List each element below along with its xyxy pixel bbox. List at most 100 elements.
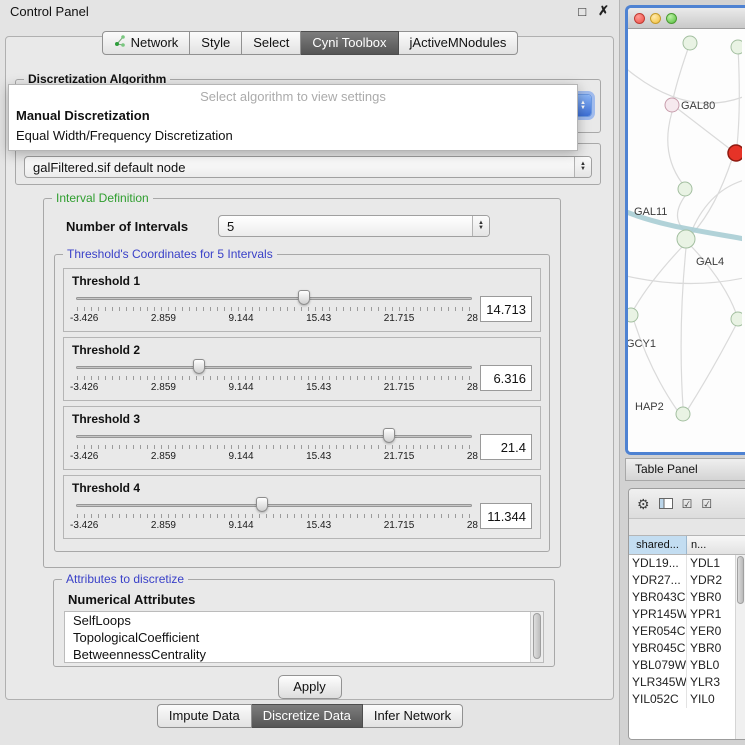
slider-thumb[interactable]	[298, 290, 310, 305]
slider-track[interactable]	[76, 504, 472, 507]
slider-track[interactable]	[76, 366, 472, 369]
control-panel-tabbar: Network Style Select Cyni Toolbox jActiv…	[0, 31, 620, 55]
slider-track[interactable]	[76, 297, 472, 300]
tab-impute-data[interactable]: Impute Data	[157, 704, 252, 728]
close-traffic-light-icon[interactable]	[634, 13, 645, 24]
table-row[interactable]: YBR045C YBR0	[629, 640, 745, 657]
minimize-traffic-light-icon[interactable]	[650, 13, 661, 24]
table-row[interactable]: YLR345W YLR3	[629, 674, 745, 691]
slider-track[interactable]	[76, 435, 472, 438]
tab-style[interactable]: Style	[190, 31, 242, 55]
attribute-list-item[interactable]: TopologicalCoefficient	[65, 629, 543, 646]
slider-scale-label: 21.715	[384, 451, 415, 462]
network-node[interactable]	[677, 230, 695, 248]
number-of-intervals-combo[interactable]: 5 ▲▼	[218, 215, 490, 237]
tab-label: Select	[253, 35, 289, 50]
network-window-titlebar[interactable]	[628, 8, 745, 29]
slider-scale-label: 15.43	[306, 382, 331, 393]
table-cell-shared-name: YDR27...	[629, 572, 687, 589]
slider-scale-label: -3.426	[70, 520, 98, 531]
table-cell-shared-name: YBL079W	[629, 657, 687, 674]
network-node[interactable]	[665, 98, 679, 112]
threshold-slider[interactable]: -3.4262.8599.14415.4321.71528	[76, 288, 472, 330]
table-data-combo[interactable]: galFiltered.sif default node ▲▼	[24, 156, 592, 178]
network-node[interactable]	[731, 312, 742, 326]
threshold-slider[interactable]: -3.4262.8599.14415.4321.71528	[76, 357, 472, 399]
slider-scale-label: -3.426	[70, 382, 98, 393]
numerical-attributes-list[interactable]: SelfLoopsTopologicalCoefficientBetweenne…	[64, 611, 544, 663]
combo-arrows-icon[interactable]: ▲▼	[574, 157, 591, 177]
control-panel-titlebar[interactable]: Control Panel □ ✗	[0, 0, 619, 22]
network-node[interactable]	[628, 308, 638, 322]
select-mode-icon[interactable]: ☑	[701, 498, 712, 510]
column-header-name[interactable]: n...	[687, 536, 745, 554]
table-scrollbar[interactable]	[735, 555, 745, 740]
threshold-value-field[interactable]: 21.4	[480, 434, 532, 460]
threshold-value-field[interactable]: 11.344	[480, 503, 532, 529]
table-row[interactable]: YDL19... YDL1	[629, 555, 745, 572]
attribute-list-item[interactable]: SelfLoops	[65, 612, 543, 629]
network-node[interactable]	[678, 182, 692, 196]
slider-scale-label: 2.859	[151, 313, 176, 324]
threshold-slider[interactable]: -3.4262.8599.14415.4321.71528	[76, 495, 472, 537]
network-node-label: GCY1	[628, 338, 656, 350]
slider-scale: -3.4262.8599.14415.4321.71528	[70, 451, 478, 462]
algorithm-option-manual[interactable]: Manual Discretization	[9, 106, 577, 126]
list-scrollbar[interactable]	[530, 612, 543, 662]
network-node[interactable]	[728, 145, 742, 161]
attribute-list-item[interactable]: BetweennessCentrality	[65, 646, 543, 663]
column-header-shared-name[interactable]: shared...	[629, 536, 687, 554]
slider-scale-label: 21.715	[384, 382, 415, 393]
threshold-value-field[interactable]: 6.316	[480, 365, 532, 391]
table-panel-titlebar[interactable]: Table Panel	[625, 458, 745, 481]
table-scrollbar-thumb[interactable]	[737, 556, 744, 604]
table-cell-shared-name: YPR145W	[629, 606, 687, 623]
slider-scale-label: 21.715	[384, 313, 415, 324]
tab-infer-network[interactable]: Infer Network	[363, 704, 463, 728]
table-row[interactable]: YDR27... YDR2	[629, 572, 745, 589]
table-body[interactable]: YDL19... YDL1 YDR27... YDR2 YBR043C YBR0…	[629, 555, 745, 740]
table-row[interactable]: YBL079W YBL0	[629, 657, 745, 674]
select-all-icon[interactable]: ☑	[682, 498, 693, 510]
network-node[interactable]	[731, 40, 742, 54]
tab-label: Impute Data	[169, 708, 240, 723]
interval-definition-group: Interval Definition Number of Intervals …	[43, 198, 561, 568]
close-icon[interactable]: ✗	[598, 3, 609, 19]
column-selector-icon[interactable]	[659, 497, 673, 511]
table-cell-shared-name: YBR045C	[629, 640, 687, 657]
apply-button[interactable]: Apply	[278, 675, 342, 699]
threshold-slider[interactable]: -3.4262.8599.14415.4321.71528	[76, 426, 472, 468]
network-node[interactable]	[676, 407, 690, 421]
table-header: shared... n...	[629, 535, 745, 555]
network-node[interactable]	[683, 36, 697, 50]
slider-scale-label: -3.426	[70, 451, 98, 462]
algorithm-option-equal-width[interactable]: Equal Width/Frequency Discretization	[9, 126, 577, 146]
network-canvas-svg[interactable]: GAL80GAL11GAL4GCY1HAP2	[628, 29, 742, 454]
table-row[interactable]: YPR145W YPR1	[629, 606, 745, 623]
slider-thumb[interactable]	[256, 497, 268, 512]
slider-scale-label: 9.144	[229, 520, 254, 531]
number-of-intervals-value: 5	[227, 219, 234, 234]
zoom-traffic-light-icon[interactable]	[666, 13, 677, 24]
tab-label: Infer Network	[374, 708, 451, 723]
window-title: Control Panel	[10, 4, 566, 19]
table-row[interactable]: YER054C YER0	[629, 623, 745, 640]
tab-label: Cyni Toolbox	[312, 35, 386, 50]
float-window-icon[interactable]: □	[578, 4, 586, 19]
slider-scale-label: 9.144	[229, 313, 254, 324]
slider-scale-label: 2.859	[151, 451, 176, 462]
table-row[interactable]: YBR043C YBR0	[629, 589, 745, 606]
list-scrollbar-thumb[interactable]	[533, 613, 541, 659]
network-node-label: GAL4	[696, 256, 724, 268]
table-row[interactable]: YIL052C YIL0	[629, 691, 745, 708]
tab-select[interactable]: Select	[242, 31, 301, 55]
gear-icon[interactable]: ⚙	[637, 497, 650, 511]
tab-network[interactable]: Network	[102, 31, 191, 55]
combo-arrows-icon[interactable]: ▲▼	[472, 216, 489, 236]
tab-jactivemnodules[interactable]: jActiveMNodules	[399, 31, 519, 55]
slider-thumb[interactable]	[193, 359, 205, 374]
tab-discretize-data[interactable]: Discretize Data	[252, 704, 363, 728]
threshold-value-field[interactable]: 14.713	[480, 296, 532, 322]
tab-cyni-toolbox[interactable]: Cyni Toolbox	[301, 31, 398, 55]
slider-thumb[interactable]	[383, 428, 395, 443]
